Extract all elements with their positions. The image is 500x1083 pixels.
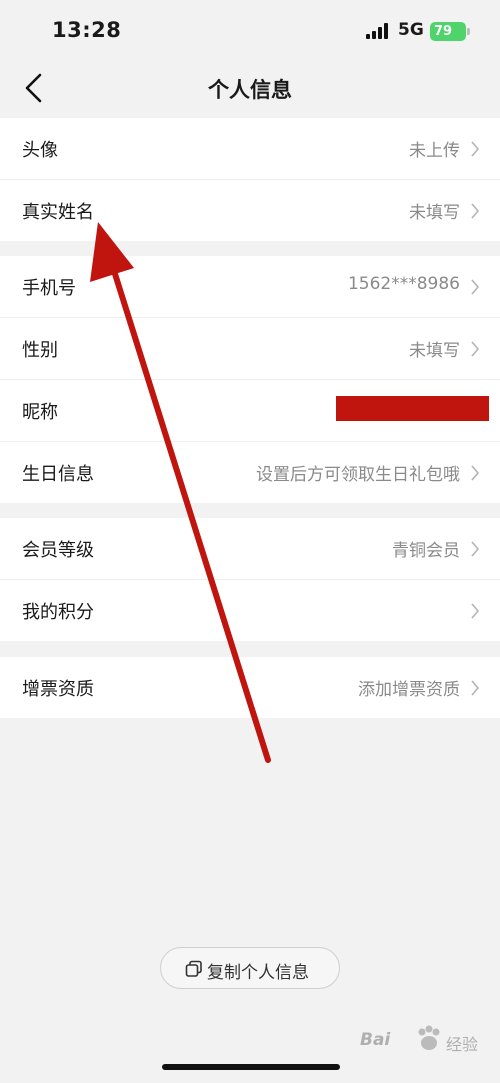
row-birthday[interactable]: 生日信息 设置后方可领取生日礼包哦 [0, 442, 500, 503]
settings-group-membership: 会员等级 青铜会员 我的积分 [0, 518, 500, 641]
page-title: 个人信息 [208, 78, 292, 102]
watermark-text: Bai [360, 1030, 391, 1050]
settings-group-invoice: 增票资质 添加增票资质 [0, 657, 500, 718]
row-nickname[interactable]: 昵称 [0, 380, 500, 442]
row-points[interactable]: 我的积分 [0, 580, 500, 641]
redaction-block [336, 396, 489, 421]
chevron-right-icon [471, 341, 480, 357]
battery-tip [467, 28, 470, 35]
row-member-level[interactable]: 会员等级 青铜会员 [0, 518, 500, 580]
row-real-name[interactable]: 真实姓名 未填写 [0, 180, 500, 241]
chevron-right-icon [471, 541, 480, 557]
row-value: 青铜会员 [392, 541, 460, 561]
paw-icon [418, 1025, 440, 1050]
row-label: 增票资质 [22, 679, 94, 700]
row-label: 性别 [22, 340, 58, 361]
chevron-right-icon [471, 465, 480, 481]
copy-info-label: 复制个人信息 [207, 963, 309, 983]
watermark-suffix: 经验 [446, 1035, 479, 1054]
row-value: 未上传 [409, 141, 460, 161]
row-avatar[interactable]: 头像 未上传 [0, 118, 500, 180]
settings-group-basic: 头像 未上传 真实姓名 未填写 [0, 118, 500, 241]
chevron-right-icon [471, 279, 480, 295]
row-label: 手机号 [22, 278, 76, 299]
row-value: 添加增票资质 [358, 680, 460, 700]
row-phone[interactable]: 手机号 1562***8986 [0, 256, 500, 318]
battery-level: 79 [434, 24, 453, 39]
chevron-right-icon [471, 203, 480, 219]
row-gender[interactable]: 性别 未填写 [0, 318, 500, 380]
row-value: 未填写 [409, 203, 460, 223]
row-value: 1562***8986 [347, 274, 460, 294]
row-label: 真实姓名 [22, 202, 94, 223]
network-type: 5G [398, 20, 424, 40]
settings-group-profile: 手机号 1562***8986 性别 未填写 昵称 生日信息 设置后方可领取生日… [0, 256, 500, 503]
row-label: 会员等级 [22, 540, 94, 561]
row-label: 我的积分 [22, 602, 94, 623]
chevron-right-icon [471, 603, 480, 619]
home-indicator [162, 1064, 340, 1070]
status-time: 13:28 [52, 18, 122, 42]
chevron-right-icon [471, 141, 480, 157]
battery-icon: 79 [430, 22, 466, 41]
row-value: 未填写 [409, 341, 460, 361]
row-value: 设置后方可领取生日礼包哦 [256, 465, 460, 485]
signal-icon [366, 23, 388, 39]
row-label: 昵称 [22, 402, 58, 423]
navigation-bar: 个人信息 [0, 64, 500, 116]
row-label: 生日信息 [22, 464, 94, 485]
copy-info-button[interactable]: 复制个人信息 [160, 947, 340, 989]
copy-icon [185, 960, 202, 977]
status-bar: 13:28 5G 79 [0, 0, 500, 64]
chevron-right-icon [471, 680, 480, 696]
row-label: 头像 [22, 140, 58, 161]
row-invoice-qualification[interactable]: 增票资质 添加增票资质 [0, 657, 500, 718]
